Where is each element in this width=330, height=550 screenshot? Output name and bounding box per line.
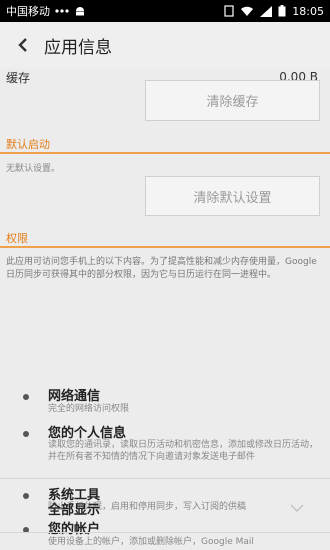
permission-detail: 完全的网络访问权限 <box>48 404 130 414</box>
signal-icon <box>260 5 273 17</box>
wifi-icon <box>240 6 254 17</box>
divider <box>0 532 330 533</box>
carrier-label: 中国移动 <box>6 5 50 18</box>
section-divider <box>0 246 330 248</box>
bullet-icon <box>23 431 29 437</box>
permission-detail: 读取您的通讯录，读取日历活动和机密信息，添加或修改日历活动，并在所有者不知情的情… <box>48 440 319 462</box>
permission-detail: 使用设备上的帐户，添加或删除帐户，Google Mail <box>48 537 254 547</box>
show-all-button[interactable]: 全部显示 <box>0 494 330 522</box>
no-default-text: 无默认设置。 <box>6 164 61 174</box>
section-title-permissions: 权限 <box>6 232 28 245</box>
app-bar: 应用信息 <box>0 22 330 68</box>
bullet-icon <box>23 394 29 400</box>
back-arrow-icon <box>18 38 27 52</box>
section-title-default-launch: 默认启动 <box>6 138 50 151</box>
clear-defaults-button[interactable]: 清除默认设置 <box>145 176 320 216</box>
cache-label: 缓存 <box>6 70 31 85</box>
battery-icon <box>278 5 286 17</box>
status-bar: 中国移动 18:05 <box>0 0 330 22</box>
clock: 18:05 <box>292 4 324 18</box>
sim-icon <box>224 5 234 17</box>
permission-name: 网络通信 <box>48 389 101 404</box>
clear-cache-button[interactable]: 清除缓存 <box>145 80 320 121</box>
section-divider <box>0 152 330 154</box>
page-title: 应用信息 <box>44 37 112 58</box>
chevron-down-icon <box>290 503 304 513</box>
permissions-description: 此应用可访问您手机上的以下内容。为了提高性能和减少内存使用量，Google 日历… <box>6 257 317 280</box>
show-all-label: 全部显示 <box>48 502 101 518</box>
back-button[interactable] <box>12 34 34 56</box>
divider <box>0 478 330 479</box>
android-icon <box>74 5 86 17</box>
notification-dots-icon <box>55 8 69 14</box>
